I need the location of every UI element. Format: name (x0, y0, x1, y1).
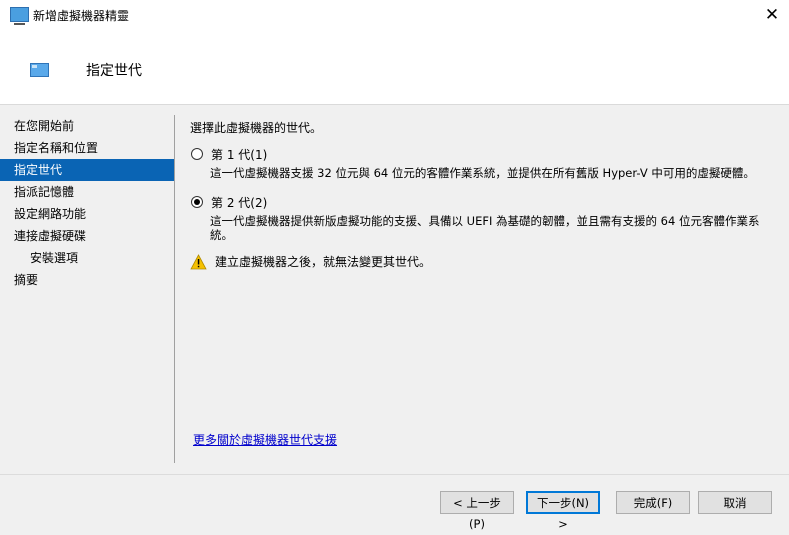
monitor-icon (10, 7, 29, 25)
generation-1-option[interactable]: 第 1 代(1) (190, 145, 780, 163)
nav-item-configure-networking[interactable]: 設定網路功能 (0, 203, 174, 225)
page-title: 指定世代 (86, 63, 142, 79)
monitor-icon (30, 63, 49, 77)
window-title: 新增虛擬機器精靈 (33, 9, 130, 23)
generation-2-option[interactable]: 第 2 代(2) (190, 193, 780, 211)
more-info-link[interactable]: 更多關於虛擬機器世代支援 (193, 431, 337, 448)
close-icon[interactable]: ✕ (760, 3, 784, 27)
prompt-text: 選擇此虛擬機器的世代。 (190, 121, 323, 135)
previous-button[interactable]: < 上一步(P) (440, 491, 514, 531)
warning-text: 建立虛擬機器之後，就無法變更其世代。 (215, 255, 432, 269)
nav-divider (174, 115, 175, 463)
nav-item-name-and-location[interactable]: 指定名稱和位置 (0, 137, 174, 159)
finish-button[interactable]: 完成(F) (616, 491, 690, 514)
wizard-steps-nav: 在您開始前 指定名稱和位置 指定世代 指派記憶體 設定網路功能 連接虛擬硬碟 安… (0, 115, 174, 291)
nav-item-connect-virtual-disk[interactable]: 連接虛擬硬碟 (0, 225, 174, 247)
generation-2-description: 這一代虛擬機器提供新版虛擬功能的支援、具備以 UEFI 為基礎的韌體，並且需有支… (210, 214, 760, 242)
nav-item-assign-memory[interactable]: 指派記憶體 (0, 181, 174, 203)
generation-1-label: 第 1 代(1) (211, 147, 268, 162)
button-bar-divider (0, 474, 789, 475)
generation-1-description: 這一代虛擬機器支援 32 位元與 64 位元的客體作業系統，並提供在所有舊版 H… (210, 166, 755, 180)
nav-item-summary[interactable]: 摘要 (0, 269, 174, 291)
nav-item-installation-options[interactable]: 安裝選項 (0, 247, 174, 269)
generation-2-label: 第 2 代(2) (211, 195, 268, 210)
generation-2-radio[interactable] (191, 196, 203, 208)
generation-1-radio[interactable] (191, 148, 203, 160)
nav-item-specify-generation[interactable]: 指定世代 (0, 159, 174, 181)
nav-item-before-you-begin[interactable]: 在您開始前 (0, 115, 174, 137)
warning-icon (190, 253, 207, 269)
cancel-button[interactable]: 取消 (698, 491, 772, 514)
warning-message: 建立虛擬機器之後，就無法變更其世代。 (190, 253, 780, 270)
wizard-header: 指定世代 (0, 30, 789, 105)
next-button[interactable]: 下一步(N) > (526, 491, 600, 531)
title-bar: 新增虛擬機器精靈 ✕ (0, 0, 789, 30)
generation-panel: 選擇此虛擬機器的世代。 第 1 代(1) 這一代虛擬機器支援 32 位元與 64… (190, 119, 780, 270)
